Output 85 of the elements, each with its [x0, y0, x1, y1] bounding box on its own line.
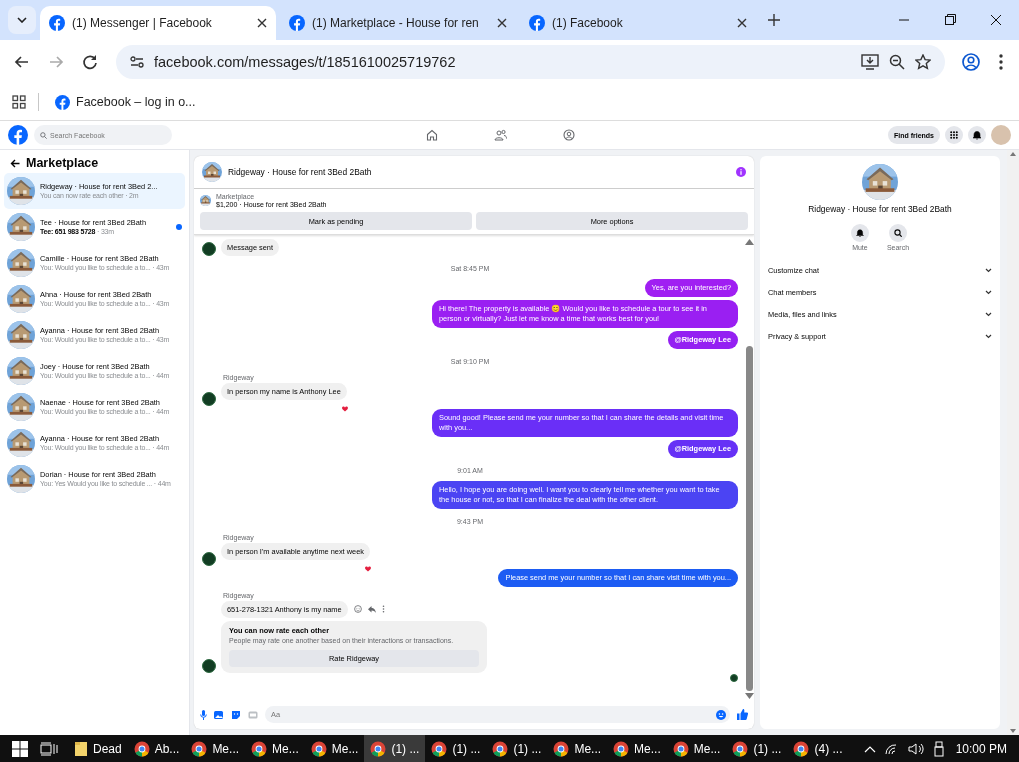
taskbar-item[interactable]: Me... — [607, 735, 667, 762]
chrome-icon — [310, 740, 327, 757]
usb-icon[interactable] — [933, 740, 944, 757]
grid-icon — [950, 131, 958, 139]
unread-dot — [176, 224, 182, 230]
conversation-title: Ridgeway · House for rent 3Bed 2Bath — [807, 204, 953, 214]
chrome-icon — [793, 740, 810, 757]
taskbar-item[interactable]: Dead — [68, 735, 128, 762]
chevron-down-icon[interactable] — [985, 311, 992, 317]
taskbar-item[interactable]: Ab... — [127, 735, 186, 762]
start-icon[interactable] — [12, 740, 28, 757]
taskbar-item[interactable]: (1) ... — [364, 735, 426, 762]
folder-icon — [74, 740, 88, 757]
facebook-logo-icon[interactable] — [8, 125, 28, 145]
chevron-down-icon — [17, 17, 27, 23]
browser-tab[interactable]: (1) Facebook — [520, 6, 756, 40]
taskbar-item[interactable]: (1) ... — [425, 735, 487, 762]
info-icon[interactable] — [736, 167, 746, 177]
taskbar-item[interactable]: (4) ... — [787, 735, 849, 762]
star-icon[interactable] — [915, 54, 931, 70]
taskbar-item[interactable]: (1) ... — [486, 735, 548, 762]
clock[interactable]: 10:00 PM — [955, 741, 1007, 756]
bookmark[interactable]: Facebook – log in o... — [51, 92, 200, 112]
chevron-down-icon[interactable] — [985, 333, 992, 339]
close-icon[interactable] — [257, 18, 267, 28]
chrome-icon — [492, 740, 509, 757]
friends-icon[interactable] — [494, 129, 507, 141]
address-bar[interactable]: facebook.com/messages/t/1851610025719762 — [116, 45, 945, 79]
chrome-icon — [672, 740, 689, 757]
like-icon[interactable] — [737, 709, 748, 720]
facebook-logo-icon[interactable] — [55, 94, 70, 110]
close-icon[interactable] — [737, 18, 747, 28]
search-icon — [40, 131, 47, 139]
taskbar-item[interactable]: Me... — [304, 735, 365, 762]
scroll-down-icon[interactable] — [744, 693, 754, 699]
browser-tab[interactable]: (1) Marketplace - House for ren — [280, 6, 516, 40]
chevron-up-icon[interactable] — [863, 744, 876, 753]
chevron-down-icon[interactable] — [985, 267, 992, 273]
chrome-icon — [732, 740, 749, 757]
chrome-icon — [553, 740, 570, 757]
chat-title: Ridgeway · House for rent 3Bed 2Bath — [228, 167, 373, 177]
tab-search-button[interactable] — [8, 6, 36, 34]
new-tab-icon[interactable] — [768, 14, 780, 26]
search-icon — [894, 229, 902, 237]
facebook-logo-icon[interactable] — [529, 15, 545, 31]
menu-grid-button[interactable] — [945, 126, 963, 144]
chrome-icon — [431, 740, 448, 757]
taskbar-item[interactable]: (1) ... — [726, 735, 788, 762]
scrollbar-thumb[interactable] — [745, 346, 753, 691]
bell-icon — [973, 130, 981, 140]
install-app-icon[interactable] — [861, 54, 879, 70]
home-icon[interactable] — [426, 129, 438, 141]
chrome-icon — [251, 740, 268, 757]
seen-avatar-icon — [730, 673, 738, 682]
scroll-up-icon[interactable] — [744, 239, 754, 245]
react-icon[interactable] — [353, 605, 362, 614]
emoji-icon[interactable] — [716, 709, 726, 720]
profile-circle-icon[interactable] — [563, 129, 575, 141]
microphone-icon[interactable] — [200, 709, 207, 720]
chrome-icon — [613, 740, 630, 757]
close-icon[interactable] — [497, 18, 507, 28]
taskbar-item[interactable]: Me... — [666, 735, 727, 762]
taskbar-item[interactable]: Me... — [245, 735, 305, 762]
taskbar-item[interactable]: Me... — [185, 735, 246, 762]
sidebar-title: Marketplace — [26, 156, 99, 170]
zoom-icon[interactable] — [889, 54, 905, 70]
facebook-logo-icon[interactable] — [49, 15, 65, 31]
chrome-icon — [191, 740, 208, 757]
back-icon[interactable] — [10, 158, 20, 168]
task-view-icon[interactable] — [40, 741, 58, 756]
reply-icon[interactable] — [367, 605, 376, 613]
image-icon[interactable] — [214, 709, 224, 720]
chevron-down-icon[interactable] — [985, 289, 992, 295]
bell-icon — [855, 229, 864, 237]
chrome-icon — [133, 740, 150, 757]
site-settings-icon[interactable] — [130, 56, 144, 68]
browser-tab[interactable]: (1) Messenger | Facebook — [40, 6, 276, 40]
more-icon[interactable] — [381, 605, 385, 614]
volume-icon[interactable] — [907, 741, 926, 756]
facebook-logo-icon[interactable] — [289, 15, 305, 31]
apps-grid-icon[interactable] — [12, 95, 26, 109]
notifications-button[interactable] — [968, 126, 986, 144]
sticker-icon[interactable] — [231, 709, 241, 720]
chrome-icon — [370, 740, 387, 757]
taskbar-item[interactable]: Me... — [547, 735, 608, 762]
